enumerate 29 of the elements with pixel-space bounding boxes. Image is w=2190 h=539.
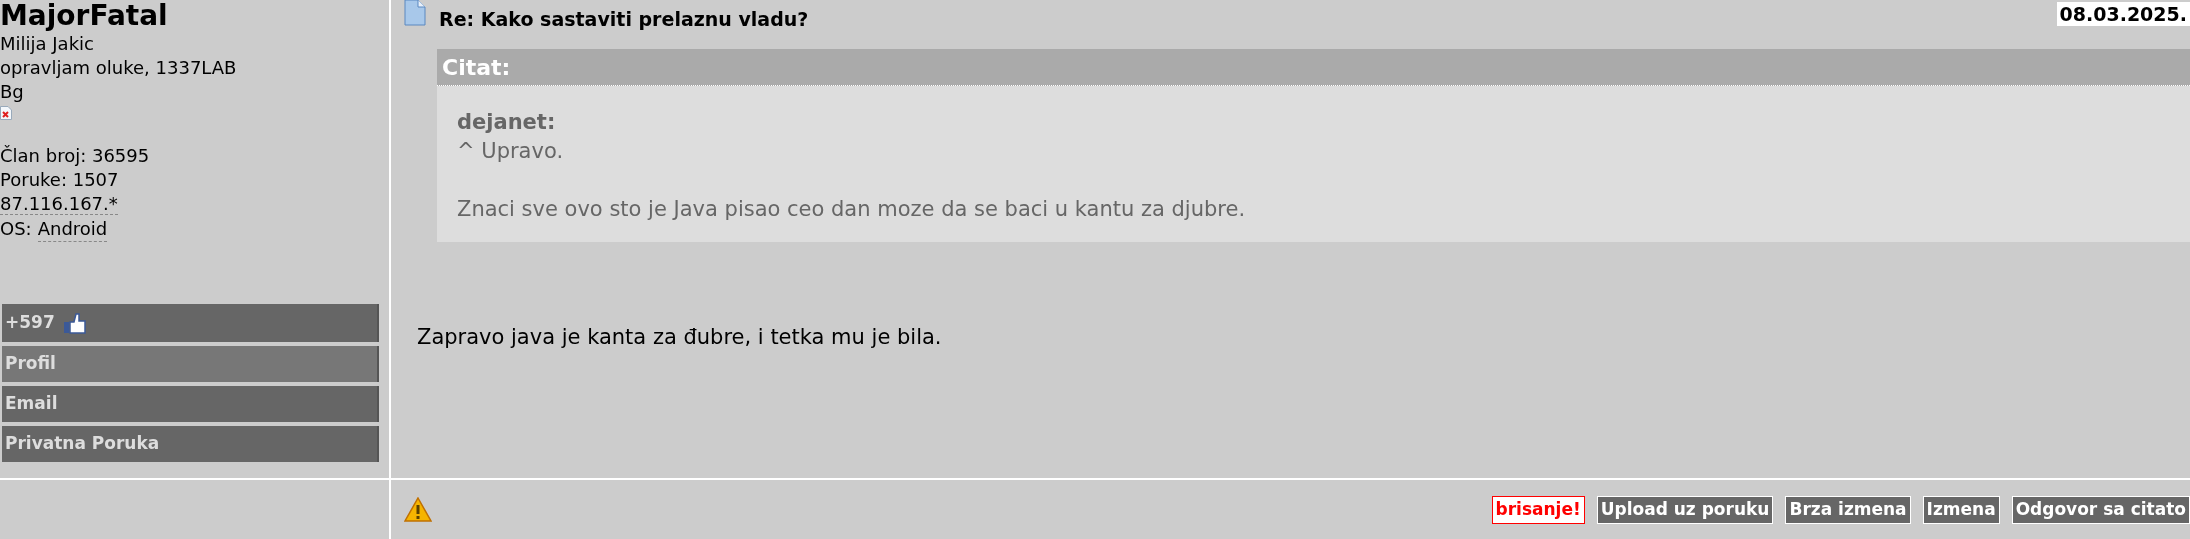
profile-menu-item[interactable]: Email: [2, 386, 379, 422]
quote-author: dejanet:: [457, 109, 557, 136]
username: MajorFatal: [0, 0, 169, 32]
post-date: 08.03.2025.: [2056, 2, 2190, 26]
quote-text: ^ Upravo.: [457, 138, 565, 165]
profile-menu-item[interactable]: Privatna Poruka: [2, 426, 379, 462]
os-value: Android: [37, 217, 108, 242]
profile-text: Milija Jakic: [0, 32, 95, 56]
rating-button[interactable]: +597: [2, 304, 379, 342]
profile-text: Bg: [0, 80, 25, 104]
broken-image-icon: [0, 106, 12, 120]
post-title: Re: Kako sastaviti prelaznu vladu?: [439, 7, 809, 32]
ip-address: 87.116.167.*: [0, 193, 118, 215]
delete-button[interactable]: brisanje!: [1491, 495, 1585, 524]
profile-menu-item[interactable]: Profil: [2, 346, 379, 382]
post-action-button[interactable]: Izmena: [1922, 495, 2000, 524]
profile-text: opravljam oluke, 1337LAB: [0, 56, 238, 80]
post-action-button[interactable]: Upload uz poruku: [1596, 495, 1774, 524]
post-action-button[interactable]: Brza izmena: [1785, 495, 1911, 524]
post-action-button[interactable]: Odgovor sa citato: [2011, 495, 2190, 524]
quote-text: Znaci sve ovo sto je Java pisao ceo dan moze da se baci u kantu za djubre.: [457, 196, 1247, 223]
member-stat: Poruke: 1507: [0, 168, 120, 192]
os-label: OS:: [0, 217, 32, 241]
thumbs-up-icon: [62, 311, 87, 335]
member-stat: Član broj: 36595: [0, 144, 151, 168]
post-body: Zapravo java je kanta za đubre, i tetka mu je bila.: [417, 324, 943, 351]
warning-icon: [404, 497, 432, 522]
document-icon: [404, 0, 426, 26]
quote-header: Citat:: [437, 49, 2190, 86]
